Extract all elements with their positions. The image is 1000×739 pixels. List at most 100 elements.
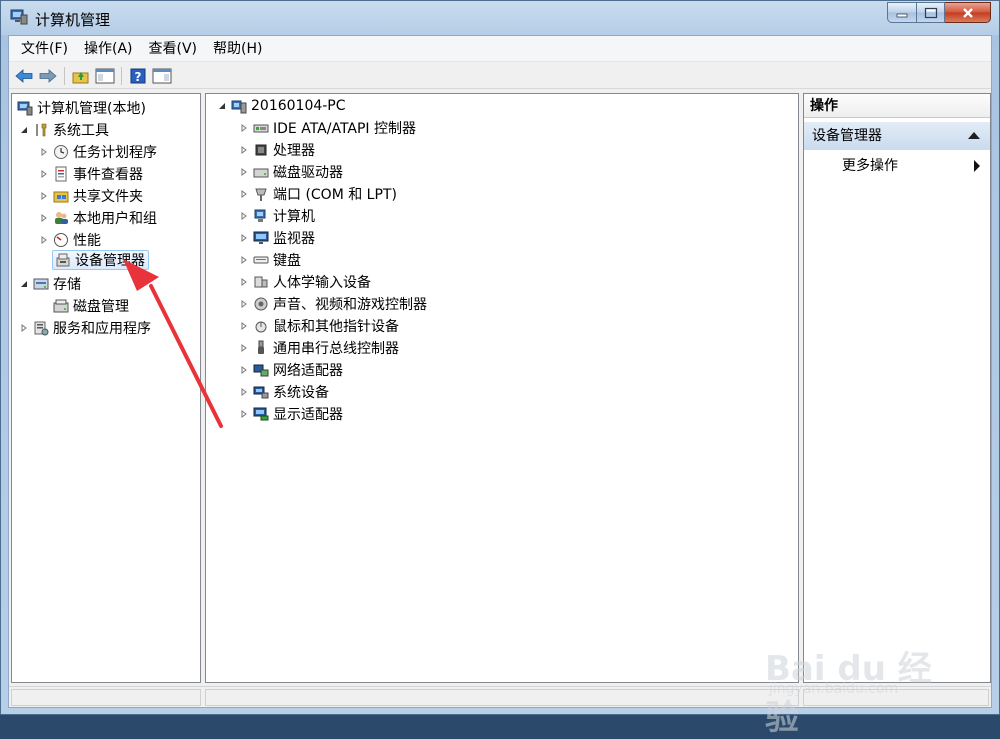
tree-item-performance[interactable]: 性能 — [38, 229, 101, 251]
back-button[interactable] — [13, 66, 35, 86]
menu-help[interactable]: 帮助(H) — [205, 37, 270, 61]
event-viewer-icon — [52, 165, 70, 183]
show-hide-tree-button[interactable] — [94, 66, 116, 86]
ide-controller-icon — [252, 119, 270, 137]
help-icon: ? — [130, 68, 146, 84]
device-tree-pane[interactable]: 20160104-PC IDE ATA/ATAPI 控制器处理器 磁盘驱动器 端口 (… — [205, 93, 799, 683]
port-icon — [252, 185, 270, 203]
tree-item-label: 系统工具 — [53, 123, 109, 139]
svg-text:?: ? — [135, 70, 142, 84]
device-category-row[interactable]: IDE ATA/ATAPI 控制器 — [238, 117, 416, 139]
expand-arrow-icon[interactable] — [238, 122, 250, 134]
caption-buttons — [887, 2, 991, 24]
help-button[interactable]: ? — [127, 66, 149, 86]
forward-arrow-icon — [39, 68, 57, 83]
close-icon — [962, 7, 973, 18]
tree-root[interactable]: 计算机管理(本地) — [16, 97, 146, 119]
minimize-button[interactable] — [887, 2, 917, 23]
tree-item-shared-folders[interactable]: 共享文件夹 — [38, 185, 143, 207]
up-level-button[interactable] — [70, 66, 92, 86]
tree-item-local-users[interactable]: 本地用户和组 — [38, 207, 157, 229]
device-category-label: IDE ATA/ATAPI 控制器 — [273, 121, 417, 137]
computer-management-window: 计算机管理 文件(F) 操作(A) 查看(V) 帮助(H) ? 计算机管理(本地… — [0, 0, 1000, 738]
device-category-row[interactable]: 计算机 — [238, 205, 315, 227]
device-category-label: 鼠标和其他指针设备 — [273, 319, 399, 335]
show-hide-action-pane-button[interactable] — [151, 66, 173, 86]
collapse-arrow-icon[interactable] — [18, 124, 30, 136]
tree-item-services-apps[interactable]: 服务和应用程序 — [18, 317, 151, 339]
device-category-row[interactable]: 人体学输入设备 — [238, 271, 371, 293]
device-category-label: 通用串行总线控制器 — [273, 341, 399, 357]
tree-item-storage[interactable]: 存储 — [18, 273, 81, 295]
device-category-row[interactable]: 键盘 — [238, 249, 301, 271]
tree-item-event-viewer[interactable]: 事件查看器 — [38, 163, 143, 185]
expand-arrow-icon[interactable] — [238, 364, 250, 376]
device-tree-root[interactable]: 20160104-PC — [216, 95, 346, 117]
device-category-row[interactable]: 鼠标和其他指针设备 — [238, 315, 399, 337]
tree-item-label: 事件查看器 — [73, 167, 143, 183]
expand-arrow-icon[interactable] — [238, 254, 250, 266]
disk-drive-icon — [252, 163, 270, 181]
expand-arrow-icon[interactable] — [38, 212, 50, 224]
tree-item-system-tools[interactable]: 系统工具 — [18, 119, 109, 141]
expand-arrow-icon[interactable] — [18, 322, 30, 334]
title-bar[interactable]: 计算机管理 — [1, 1, 999, 35]
expand-arrow-icon[interactable] — [238, 298, 250, 310]
expand-arrow-icon[interactable] — [238, 320, 250, 332]
collapse-arrow-icon[interactable] — [18, 278, 30, 290]
device-category-row[interactable]: 声音、视频和游戏控制器 — [238, 293, 427, 315]
monitor-icon — [252, 229, 270, 247]
forward-button[interactable] — [37, 66, 59, 86]
menu-action[interactable]: 操作(A) — [76, 37, 141, 61]
more-actions-item[interactable]: 更多操作 — [842, 156, 898, 176]
action-pane-icon — [152, 68, 172, 83]
device-category-row[interactable]: 端口 (COM 和 LPT) — [238, 183, 397, 205]
system-device-icon — [252, 383, 270, 401]
clock-icon — [52, 143, 70, 161]
tree-item-label: 磁盘管理 — [73, 299, 129, 315]
tree-item-label: 性能 — [73, 233, 101, 249]
mouse-icon — [252, 317, 270, 335]
expand-arrow-icon[interactable] — [38, 234, 50, 246]
device-manager-icon — [54, 251, 72, 269]
expand-arrow-icon[interactable] — [38, 190, 50, 202]
expand-arrow-icon[interactable] — [238, 342, 250, 354]
expand-arrow-icon[interactable] — [238, 408, 250, 420]
tree-item-label: 服务和应用程序 — [53, 321, 151, 337]
tree-item-disk-management[interactable]: 磁盘管理 — [52, 295, 129, 317]
keyboard-icon — [252, 251, 270, 269]
tree-item-task-scheduler[interactable]: 任务计划程序 — [38, 141, 157, 163]
computer-icon — [252, 207, 270, 225]
device-category-row[interactable]: 磁盘驱动器 — [238, 161, 343, 183]
expand-arrow-icon[interactable] — [38, 168, 50, 180]
tree-item-label: 本地用户和组 — [73, 211, 157, 227]
menu-file[interactable]: 文件(F) — [13, 37, 76, 61]
expand-arrow-icon[interactable] — [238, 188, 250, 200]
device-category-row[interactable]: 处理器 — [238, 139, 315, 161]
menu-bar: 文件(F) 操作(A) 查看(V) 帮助(H) — [9, 36, 991, 62]
expand-arrow-icon[interactable] — [238, 276, 250, 288]
device-category-row[interactable]: 通用串行总线控制器 — [238, 337, 399, 359]
maximize-button[interactable] — [917, 2, 945, 23]
menu-view[interactable]: 查看(V) — [141, 37, 206, 61]
services-icon — [32, 319, 50, 337]
device-category-label: 系统设备 — [273, 385, 329, 401]
expand-arrow-icon[interactable] — [238, 232, 250, 244]
device-category-row[interactable]: 网络适配器 — [238, 359, 343, 381]
device-category-row[interactable]: 显示适配器 — [238, 403, 343, 425]
close-button[interactable] — [945, 2, 991, 23]
device-category-row[interactable]: 系统设备 — [238, 381, 329, 403]
expand-arrow-icon[interactable] — [38, 146, 50, 158]
hid-icon — [252, 273, 270, 291]
tree-item-device-manager[interactable]: 设备管理器 — [52, 250, 149, 270]
expand-arrow-icon[interactable] — [238, 166, 250, 178]
device-category-row[interactable]: 监视器 — [238, 227, 315, 249]
collapse-arrow-icon[interactable] — [216, 100, 228, 112]
console-tree-pane[interactable]: 计算机管理(本地) 系统工具 任务计划程序 事件查看器 共享文件夹 本地用户和组… — [11, 93, 201, 683]
expand-arrow-icon[interactable] — [238, 210, 250, 222]
expand-arrow-icon[interactable] — [238, 386, 250, 398]
collapse-triangle-icon[interactable] — [968, 132, 980, 139]
expand-arrow-icon[interactable] — [238, 144, 250, 156]
network-icon — [252, 361, 270, 379]
actions-group-device-manager[interactable]: 设备管理器 — [804, 122, 990, 150]
